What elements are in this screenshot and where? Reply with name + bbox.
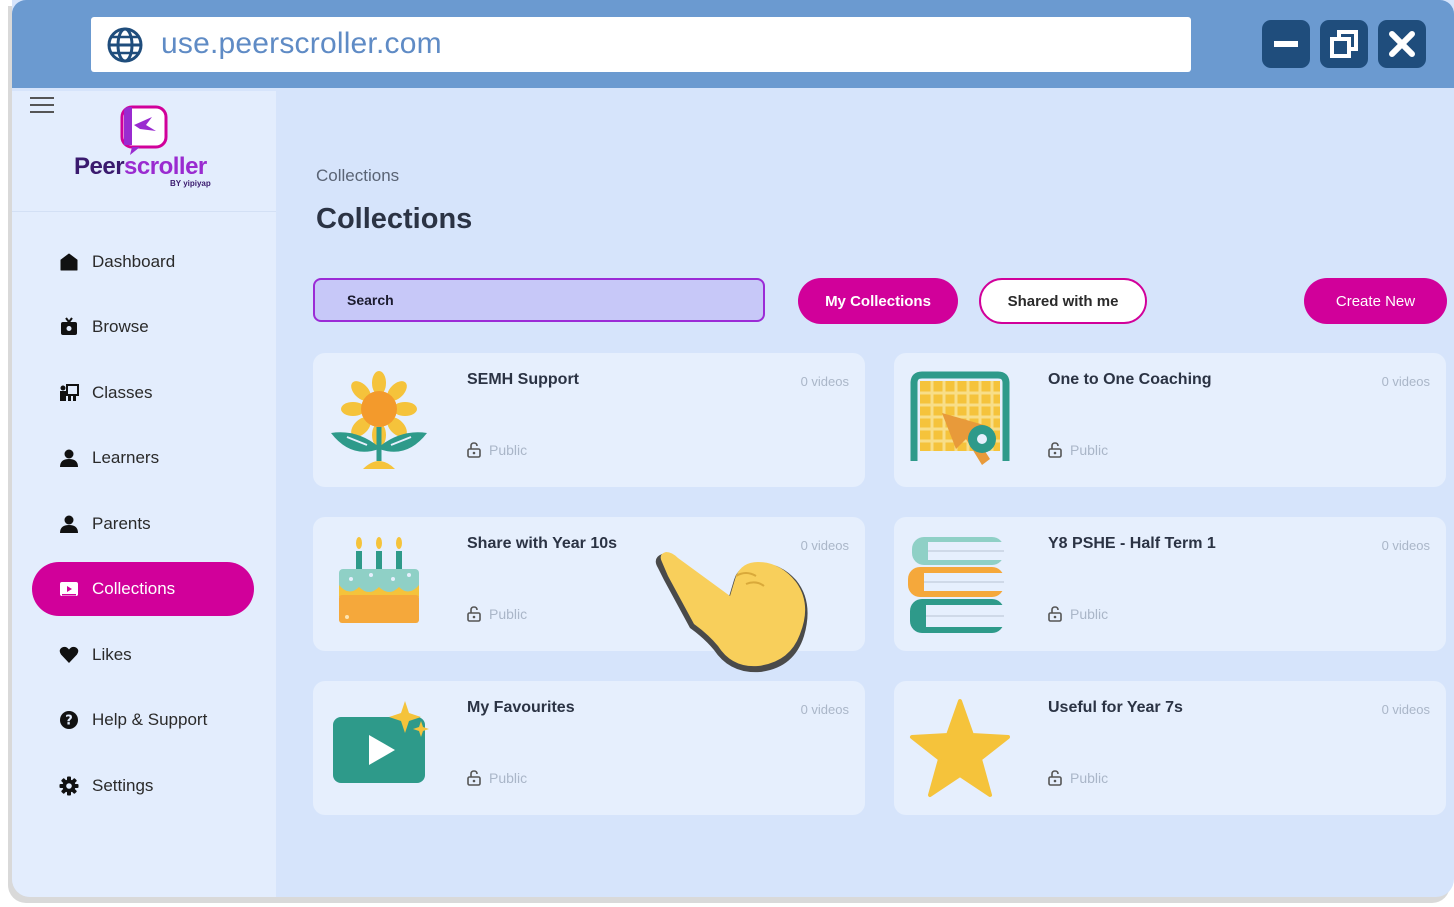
collection-name: Useful for Year 7s — [1048, 699, 1183, 716]
video-count: 0 videos — [800, 374, 849, 389]
sidebar-item-label: Settings — [92, 776, 154, 795]
visibility-label: Public — [489, 770, 528, 786]
books-icon — [908, 537, 1004, 633]
divider — [12, 211, 276, 212]
sidebar-item-parents[interactable]: Parents — [32, 497, 254, 551]
peerscroller-logo-icon — [120, 105, 168, 155]
close-icon — [1389, 31, 1415, 57]
unlock-icon — [1048, 442, 1062, 458]
classroom-icon — [58, 382, 80, 404]
minimize-button[interactable] — [1262, 20, 1310, 68]
video-count: 0 videos — [1381, 538, 1430, 553]
unlock-icon — [467, 606, 481, 622]
close-button[interactable] — [1378, 20, 1426, 68]
home-icon — [58, 251, 80, 273]
sidebar-item-help-support[interactable]: ? Help & Support — [32, 693, 254, 747]
svg-text:?: ? — [65, 714, 73, 729]
url-text: use.peerscroller.com — [161, 27, 442, 60]
unlock-icon — [467, 770, 481, 786]
video-count: 0 videos — [1381, 702, 1430, 717]
collection-card[interactable]: Y8 PSHE - Half Term 1 0 videos Public — [894, 517, 1446, 651]
video-icon — [333, 701, 429, 783]
sidebar-item-collections[interactable]: Collections — [32, 562, 254, 616]
person-icon — [58, 513, 80, 535]
unlock-icon — [467, 442, 481, 458]
sidebar-item-label: Browse — [92, 317, 149, 336]
app-window: use.peerscroller.com Peerscroller BY yip… — [12, 0, 1454, 897]
collection-name: One to One Coaching — [1048, 371, 1212, 388]
unlock-icon — [1048, 770, 1062, 786]
shared-with-me-button[interactable]: Shared with me — [979, 278, 1147, 324]
visibility-label: Public — [489, 606, 528, 622]
sidebar-item-label: Parents — [92, 514, 151, 533]
visibility-status: Public — [1048, 606, 1108, 622]
visibility-label: Public — [1070, 770, 1109, 786]
sidebar-item-label: Likes — [92, 645, 132, 664]
restore-icon — [1330, 30, 1358, 58]
unlock-icon — [1048, 606, 1062, 622]
sidebar-item-dashboard[interactable]: Dashboard — [32, 235, 254, 289]
collection-name: Y8 PSHE - Half Term 1 — [1048, 535, 1216, 552]
visibility-status: Public — [467, 442, 527, 458]
visibility-label: Public — [1070, 606, 1109, 622]
sidebar-item-learners[interactable]: Learners — [32, 431, 254, 485]
create-new-button[interactable]: Create New — [1304, 278, 1447, 324]
collection-name: My Favourites — [467, 699, 575, 716]
pointing-hand-icon — [655, 552, 808, 673]
sidebar-item-browse[interactable]: Browse — [32, 300, 254, 354]
restore-button[interactable] — [1320, 20, 1368, 68]
logo-wordmark: Peerscroller — [74, 153, 207, 180]
help-icon: ? — [58, 709, 80, 731]
collection-card[interactable]: SEMH Support 0 videos Public — [313, 353, 865, 487]
cake-icon — [339, 537, 419, 623]
sidebar: Peerscroller BY yipiyap Dashboard Browse… — [12, 91, 276, 897]
goal-icon — [910, 371, 1010, 465]
collection-icon — [58, 578, 80, 600]
sidebar-item-likes[interactable]: Likes — [32, 628, 254, 682]
collection-name: Share with Year 10s — [467, 535, 618, 552]
tv-icon — [58, 316, 80, 338]
page-title: Collections — [316, 203, 473, 235]
star-icon — [910, 699, 1010, 797]
sidebar-item-label: Dashboard — [92, 252, 176, 271]
visibility-status: Public — [1048, 770, 1108, 786]
collection-name: SEMH Support — [467, 371, 579, 388]
my-collections-button[interactable]: My Collections — [798, 278, 958, 324]
collection-card[interactable]: My Favourites 0 videos Public — [313, 681, 865, 815]
visibility-label: Public — [489, 442, 528, 458]
heart-icon — [58, 644, 80, 666]
globe-icon — [107, 27, 143, 63]
minimize-icon — [1274, 41, 1298, 47]
breadcrumb[interactable]: Collections — [316, 166, 399, 186]
search-input[interactable]: Search — [313, 278, 765, 322]
gear-icon — [58, 775, 80, 797]
video-count: 0 videos — [1381, 374, 1430, 389]
logo-tagline: BY yipiyap — [170, 179, 211, 188]
menu-icon[interactable] — [30, 97, 54, 115]
sidebar-item-label: Help & Support — [92, 710, 208, 729]
person-icon — [58, 447, 80, 469]
visibility-status: Public — [467, 606, 527, 622]
browser-bar: use.peerscroller.com — [12, 0, 1454, 88]
sidebar-item-label: Classes — [92, 383, 153, 402]
visibility-status: Public — [1048, 442, 1108, 458]
sidebar-item-label: Learners — [92, 448, 160, 467]
sidebar-item-classes[interactable]: Classes — [32, 366, 254, 420]
main-content: Collections Collections Search My Collec… — [276, 91, 1454, 897]
sunflower-icon — [331, 371, 427, 469]
collection-card[interactable]: Useful for Year 7s 0 videos Public — [894, 681, 1446, 815]
collection-card[interactable]: One to One Coaching 0 videos Public — [894, 353, 1446, 487]
visibility-label: Public — [1070, 442, 1109, 458]
video-count: 0 videos — [800, 702, 849, 717]
visibility-status: Public — [467, 770, 527, 786]
sidebar-item-settings[interactable]: Settings — [32, 759, 254, 813]
address-bar[interactable]: use.peerscroller.com — [91, 17, 1191, 72]
sidebar-item-label: Collections — [92, 579, 176, 598]
